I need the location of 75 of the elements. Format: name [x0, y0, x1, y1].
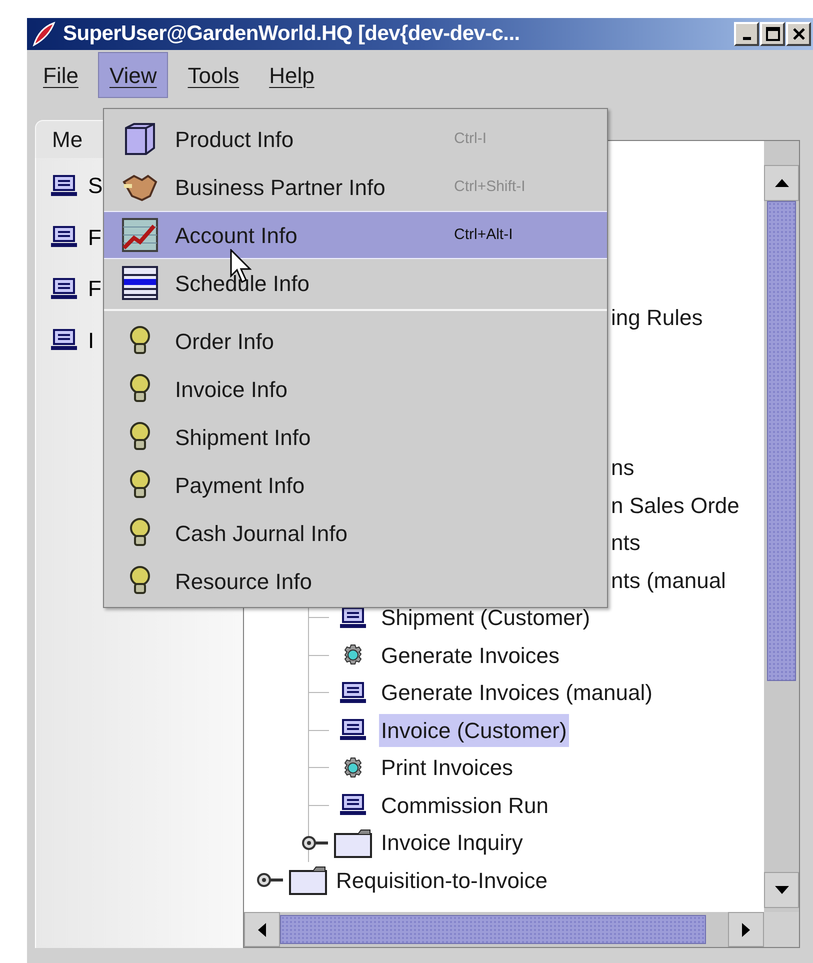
scroll-up-button[interactable]: [764, 165, 799, 201]
handshake-icon: [122, 172, 158, 202]
list-item[interactable]: S: [88, 169, 103, 202]
lightbulb-icon: [129, 326, 151, 356]
window-title: SuperUser@GardenWorld.HQ [dev{dev-dev-c...: [63, 21, 520, 48]
lightbulb-icon: [129, 470, 151, 500]
monitor-icon: [50, 174, 78, 197]
expander-icon[interactable]: [301, 834, 329, 851]
right-arrow-icon: [742, 922, 750, 936]
menu-item[interactable]: Business Partner Info Ctrl+Shift-I: [104, 163, 607, 211]
menu-bar-item[interactable]: Help: [259, 52, 324, 98]
folder-icon: [289, 865, 327, 896]
menu-item[interactable]: Payment Info: [104, 461, 607, 509]
monitor-icon: [339, 794, 367, 816]
lightbulb-icon: [129, 374, 151, 404]
maximize-icon: [766, 27, 780, 41]
list-item[interactable]: F: [88, 272, 102, 306]
menu-item[interactable]: Resource Info: [104, 557, 607, 605]
left-arrow-icon: [258, 922, 266, 936]
menu-item[interactable]: Schedule Info: [104, 259, 607, 307]
menu-bar-item[interactable]: File: [33, 52, 88, 98]
monitor-icon: [339, 719, 367, 742]
tree-item[interactable]: nts (manual: [611, 564, 726, 597]
tree-item[interactable]: Commission Run: [379, 788, 550, 822]
scroll-thumb[interactable]: [767, 201, 796, 681]
scroll-right-button[interactable]: [728, 912, 764, 947]
list-item[interactable]: I: [88, 324, 94, 357]
scroll-thumb[interactable]: [280, 915, 706, 944]
menu-item[interactable]: Order Info: [104, 317, 607, 365]
monitor-icon: [50, 329, 78, 352]
shortcut-label: Ctrl-I: [454, 128, 486, 149]
lightbulb-icon: [129, 422, 151, 452]
monitor-icon: [50, 278, 78, 300]
maximize-button[interactable]: [760, 22, 785, 46]
tree-item[interactable]: Invoice Inquiry: [379, 826, 525, 860]
tree-item[interactable]: ns: [611, 451, 634, 484]
menu-item[interactable]: Invoice Info: [104, 365, 607, 413]
list-item[interactable]: F: [88, 220, 102, 254]
shortcut-label: Ctrl+Shift-I: [454, 176, 526, 197]
tree-item[interactable]: Generate Invoices (manual): [379, 676, 654, 710]
close-icon: [792, 27, 806, 41]
folder-icon: [334, 828, 372, 858]
expander-icon[interactable]: [256, 872, 284, 888]
minimize-icon: [742, 36, 750, 40]
menu-item[interactable]: Account Info Ctrl+Alt-I: [104, 211, 607, 259]
lightbulb-icon: [129, 566, 151, 596]
menu-item[interactable]: Cash Journal Info: [104, 509, 607, 557]
down-arrow-icon: [774, 886, 788, 894]
menu-bar-item[interactable]: View: [98, 52, 168, 98]
tree-item[interactable]: Generate Invoices: [379, 638, 562, 672]
menu-bar-item[interactable]: Tools: [178, 52, 250, 98]
tree-item[interactable]: Print Invoices: [379, 751, 516, 784]
minimize-button[interactable]: [734, 22, 759, 46]
monitor-icon: [339, 682, 367, 704]
vertical-scrollbar[interactable]: [764, 141, 799, 912]
gear-icon: [342, 644, 364, 666]
tree-item[interactable]: n Sales Orde: [611, 488, 740, 522]
feather-logo-icon: [31, 21, 57, 47]
scrollbar-corner: [764, 912, 799, 947]
up-arrow-icon: [774, 179, 788, 187]
tree-item[interactable]: Requisition-to-Invoice: [334, 864, 550, 897]
schedule-icon: [122, 266, 158, 300]
box-icon: [122, 122, 158, 156]
tree-item[interactable]: ing Rules: [611, 301, 703, 334]
close-button[interactable]: [786, 22, 811, 46]
tree-item[interactable]: Invoice (Customer): [379, 714, 569, 747]
menu-item[interactable]: Shipment Info: [104, 413, 607, 461]
gear-icon: [342, 756, 364, 779]
scroll-down-button[interactable]: [764, 872, 799, 908]
tree-item[interactable]: nts: [611, 526, 640, 560]
chart-icon: [122, 218, 158, 252]
lightbulb-icon: [129, 518, 151, 548]
monitor-icon: [50, 226, 78, 248]
scroll-left-button[interactable]: [244, 912, 280, 947]
shortcut-label: Ctrl+Alt-I: [454, 224, 513, 245]
